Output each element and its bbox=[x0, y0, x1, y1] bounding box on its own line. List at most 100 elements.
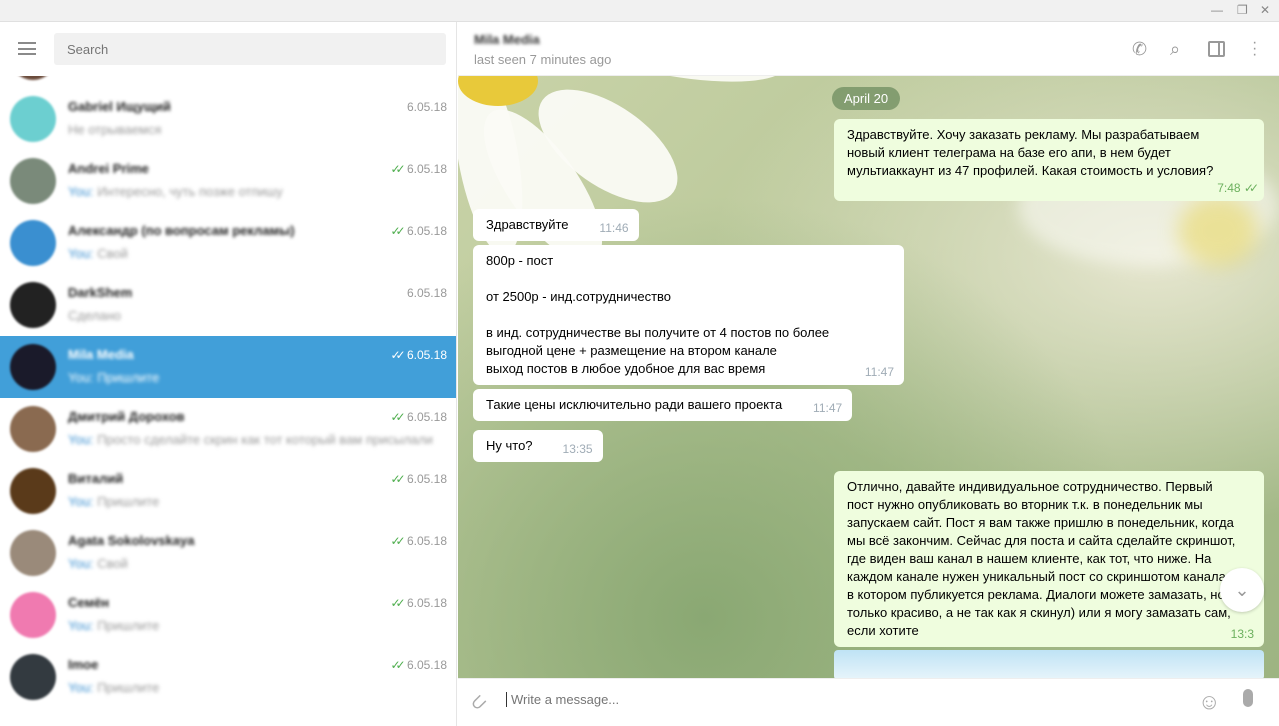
date-text: 6.05.18 bbox=[406, 534, 447, 548]
preview-text: Пришлите bbox=[97, 680, 160, 695]
search-icon[interactable]: ⌕ bbox=[1170, 39, 1180, 60]
message-text: 800р - пост от 2500р - инд.сотрудничеств… bbox=[486, 253, 830, 376]
attach-icon[interactable]: ⊂ bbox=[464, 688, 494, 718]
incoming-message[interactable]: Ну что? 13:35 bbox=[473, 430, 603, 462]
incoming-message[interactable]: Здравствуйте 11:46 bbox=[473, 209, 639, 241]
chat-date: ✓✓ 6.05.18 bbox=[391, 658, 448, 672]
double-check-icon: ✓✓ bbox=[390, 162, 406, 176]
message-text: Здравствуйте. Хочу заказать рекламу. Мы … bbox=[847, 127, 1214, 178]
chat-list-item-partial[interactable] bbox=[0, 76, 456, 88]
chat-date: ✓✓ 6.05.18 bbox=[391, 596, 448, 610]
chat-name: Gabriel Ищущий bbox=[68, 99, 171, 114]
double-check-icon: ✓✓ bbox=[1243, 181, 1259, 195]
date-pill: April 20 bbox=[832, 87, 901, 110]
message-time: 13:3 bbox=[1231, 625, 1254, 643]
more-icon[interactable]: · · · bbox=[1252, 35, 1257, 63]
chat-name: Andrei Prime bbox=[68, 161, 149, 176]
chat-date: ✓✓ 6.05.18 bbox=[391, 472, 448, 486]
outgoing-message[interactable]: Отлично, давайте индивидуальное сотрудни… bbox=[834, 471, 1264, 647]
message-text: Ну что? bbox=[486, 438, 533, 453]
menu-icon[interactable] bbox=[18, 42, 36, 55]
chat-date: ✓✓ 6.05.18 bbox=[391, 348, 448, 362]
chat-date: ✓✓ 6.05.18 bbox=[391, 534, 448, 548]
chat-list-item[interactable]: Gabriel Ищущий Не отрываемся 6.05.18 bbox=[0, 88, 456, 150]
preview-prefix: You: bbox=[68, 184, 94, 199]
time-text: 11:47 bbox=[864, 365, 894, 379]
emoji-icon[interactable]: ☺ bbox=[1198, 689, 1220, 715]
sidebar: Gabriel Ищущий Не отрываемся 6.05.18 And… bbox=[0, 22, 457, 726]
chat-name: Imoe bbox=[68, 657, 99, 672]
chat-list[interactable]: Gabriel Ищущий Не отрываемся 6.05.18 And… bbox=[0, 76, 456, 726]
chat-date: 6.05.18 bbox=[407, 286, 447, 300]
message-time: 7:48 ✓✓ bbox=[1217, 179, 1259, 197]
chat-date: ✓✓ 6.05.18 bbox=[391, 410, 448, 424]
preview-prefix: You: bbox=[68, 370, 94, 385]
time-text: 11:46 bbox=[599, 221, 629, 235]
chat-date: 6.05.18 bbox=[407, 100, 447, 114]
chat-list-item[interactable]: Дмитрий Дорохов You: Просто сделайте скр… bbox=[0, 398, 456, 460]
message-time: 11:47 bbox=[865, 363, 894, 381]
sidebar-toggle-icon[interactable] bbox=[1208, 41, 1225, 57]
preview-text: Интересно, чуть позже отпишу bbox=[97, 184, 283, 199]
preview-text: Пришлите bbox=[97, 618, 160, 633]
message-text: Здравствуйте bbox=[486, 217, 569, 232]
chat-list-item[interactable]: Семён You: Пришлите ✓✓ 6.05.18 bbox=[0, 584, 456, 646]
date-text: 6.05.18 bbox=[406, 224, 447, 238]
chat-panel: Mila Media last seen 7 minutes ago ✆ ⌕ ·… bbox=[458, 22, 1279, 726]
message-area[interactable]: April 20 Здравствуйте. Хочу заказать рек… bbox=[458, 76, 1279, 678]
avatar bbox=[10, 592, 56, 638]
chat-list-item[interactable]: Виталий You: Пришлите ✓✓ 6.05.18 bbox=[0, 460, 456, 522]
microphone-icon[interactable] bbox=[1243, 689, 1253, 707]
date-text: 6.05.18 bbox=[406, 286, 447, 300]
message-time: 13:35 bbox=[563, 440, 593, 458]
close-icon[interactable]: ✕ bbox=[1260, 3, 1270, 17]
double-check-icon: ✓✓ bbox=[390, 658, 406, 672]
incoming-message[interactable]: 800р - пост от 2500р - инд.сотрудничеств… bbox=[473, 245, 904, 385]
message-time: 11:46 bbox=[599, 219, 628, 237]
chat-preview: Не отрываемся bbox=[68, 122, 161, 137]
chat-list-item[interactable]: Imoe You: Пришлите ✓✓ 6.05.18 bbox=[0, 646, 456, 708]
chat-name: Александр (по вопросам рекламы) bbox=[68, 223, 295, 238]
chat-name: Agata Sokolovskaya bbox=[68, 533, 195, 548]
chat-date: ✓✓ 6.05.18 bbox=[391, 162, 448, 176]
outgoing-message[interactable]: Здравствуйте. Хочу заказать рекламу. Мы … bbox=[834, 119, 1264, 201]
scroll-down-button[interactable]: ⌄ bbox=[1220, 568, 1264, 612]
date-text: 6.05.18 bbox=[406, 410, 447, 424]
chat-list-item[interactable]: Agata Sokolovskaya You: Свой ✓✓ 6.05.18 bbox=[0, 522, 456, 584]
chat-list-item[interactable]: Mila Media You: Пришлите ✓✓ 6.05.18 bbox=[0, 336, 456, 398]
time-text: 11:47 bbox=[813, 401, 843, 415]
preview-text: Не отрываемся bbox=[68, 122, 162, 137]
chat-name: Виталий bbox=[68, 471, 124, 486]
chat-preview: Сделано bbox=[68, 308, 121, 323]
message-input[interactable] bbox=[506, 692, 1186, 707]
preview-prefix: You: bbox=[68, 680, 94, 695]
message-text: Отлично, давайте индивидуальное сотрудни… bbox=[847, 479, 1236, 638]
chat-status: last seen 7 minutes ago bbox=[474, 52, 612, 67]
chat-header: Mila Media last seen 7 minutes ago ✆ ⌕ ·… bbox=[458, 22, 1279, 76]
date-text: 6.05.18 bbox=[406, 100, 447, 114]
avatar bbox=[10, 282, 56, 328]
incoming-message[interactable]: Такие цены исключительно ради вашего про… bbox=[473, 389, 853, 421]
avatar bbox=[10, 530, 56, 576]
screenshot-preview[interactable] bbox=[834, 650, 1264, 678]
chat-list-item[interactable]: Andrei Prime You: Интересно, чуть позже … bbox=[0, 150, 456, 212]
preview-prefix: You: bbox=[68, 556, 94, 571]
composer: ⊂ ☺ bbox=[458, 678, 1279, 726]
minimize-icon[interactable]: — bbox=[1211, 3, 1223, 17]
chat-preview: You: Свой bbox=[68, 246, 128, 261]
date-text: 6.05.18 bbox=[406, 596, 447, 610]
search-input[interactable] bbox=[54, 33, 446, 65]
avatar bbox=[10, 96, 56, 142]
chat-name: Дмитрий Дорохов bbox=[68, 409, 185, 424]
chat-preview: You: Интересно, чуть позже отпишу bbox=[68, 184, 283, 199]
chat-list-item[interactable]: DarkShem Сделано 6.05.18 bbox=[0, 274, 456, 336]
date-text: 6.05.18 bbox=[406, 658, 447, 672]
double-check-icon: ✓✓ bbox=[390, 348, 406, 362]
chat-title[interactable]: Mila Media bbox=[474, 32, 540, 47]
chat-name: Mila Media bbox=[68, 347, 134, 362]
preview-prefix: You: bbox=[68, 618, 94, 633]
chat-preview: You: Просто сделайте скрин как тот котор… bbox=[68, 432, 433, 447]
phone-icon[interactable]: ✆ bbox=[1132, 39, 1147, 60]
chat-list-item[interactable]: Александр (по вопросам рекламы) You: Сво… bbox=[0, 212, 456, 274]
restore-icon[interactable]: ❐ bbox=[1237, 3, 1248, 17]
